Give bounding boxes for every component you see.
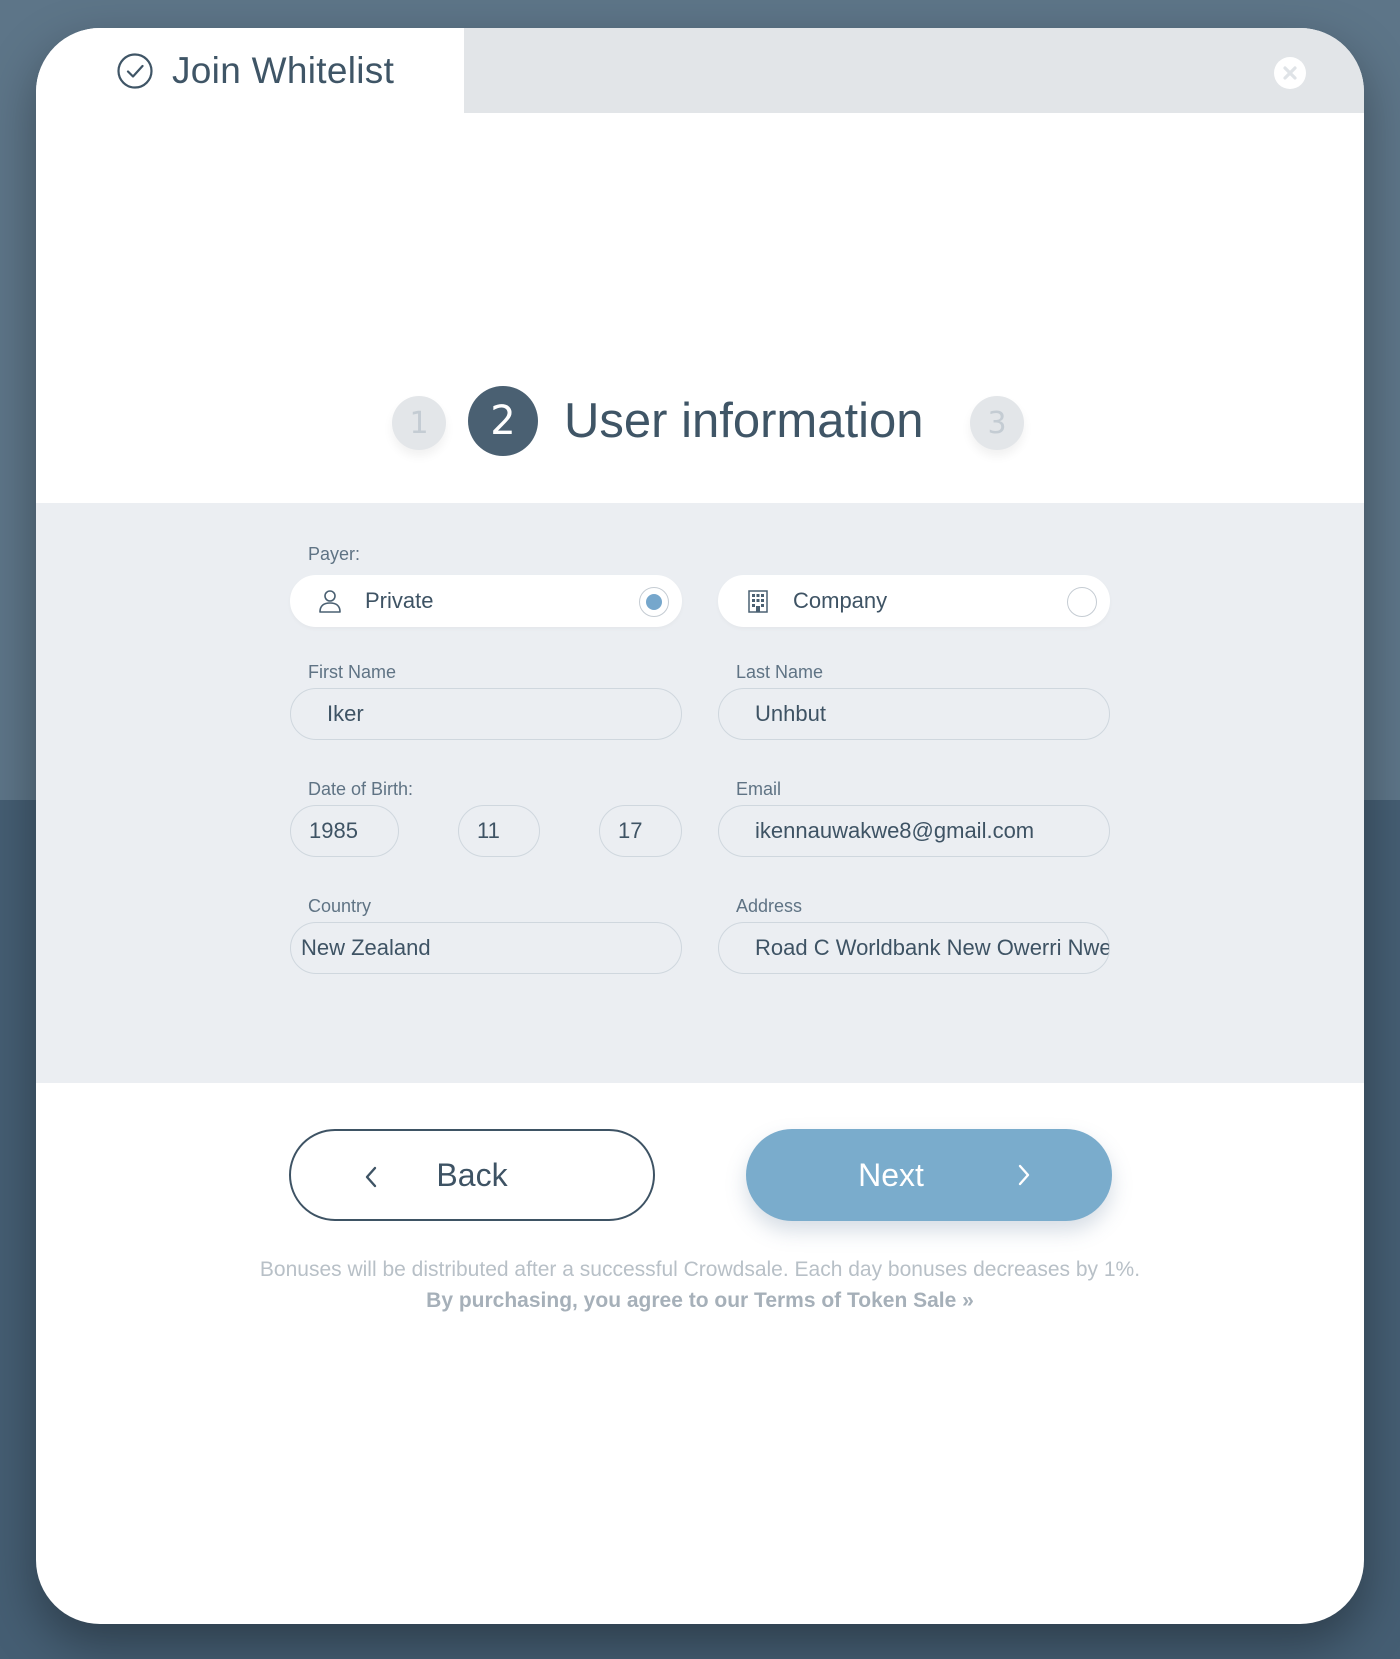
payer-option-company[interactable]: Company xyxy=(718,575,1110,627)
dob-day-field[interactable]: 17 xyxy=(599,805,682,857)
address-field[interactable]: Road C Worldbank New Owerri Nwe xyxy=(718,922,1110,974)
dob-month-field[interactable]: 11 xyxy=(458,805,540,857)
bonus-note: Bonuses will be distributed after a succ… xyxy=(259,1258,1141,1281)
step-title: User information xyxy=(564,394,924,448)
step-1-badge: 1 xyxy=(392,396,446,450)
terms-link[interactable]: By purchasing, you agree to our Terms of… xyxy=(426,1289,974,1312)
payer-option-company-label: Company xyxy=(793,588,888,613)
whitelist-modal: Join Whitelist 1 2 User information 3 Pa… xyxy=(36,28,1364,1624)
modal-title: Join Whitelist xyxy=(172,49,395,91)
check-circle-icon xyxy=(116,52,154,90)
terms-line: By purchasing, you agree to our Terms of… xyxy=(36,1289,1364,1313)
user-icon xyxy=(317,588,343,614)
first-name-field[interactable]: Iker xyxy=(290,688,682,740)
header-bar xyxy=(464,28,1364,113)
step-2-badge-active: 2 xyxy=(468,386,538,456)
close-icon xyxy=(1274,57,1306,89)
building-icon xyxy=(745,588,771,614)
close-button[interactable] xyxy=(1274,57,1306,89)
dob-label: Date of Birth: xyxy=(308,779,414,799)
radio-dot xyxy=(646,594,662,610)
address-label: Address xyxy=(736,896,803,916)
chevron-right-icon xyxy=(1014,1161,1034,1189)
payer-option-private[interactable]: Private xyxy=(290,575,682,627)
back-button-label: Back xyxy=(436,1156,508,1193)
user-info-form: Payer: Private Company First Name Iker L… xyxy=(36,503,1364,1083)
next-button-label: Next xyxy=(858,1156,924,1193)
email-label: Email xyxy=(736,779,782,799)
country-label: Country xyxy=(308,896,372,916)
dob-year-field[interactable]: 1985 xyxy=(290,805,399,857)
payer-label: Payer: xyxy=(308,544,361,564)
first-name-label: First Name xyxy=(308,662,397,682)
payer-option-private-label: Private xyxy=(365,588,434,613)
last-name-field[interactable]: Unhbut xyxy=(718,688,1110,740)
step-3-badge: 3 xyxy=(970,396,1024,450)
last-name-label: Last Name xyxy=(736,662,824,682)
private-radio[interactable] xyxy=(639,587,669,617)
next-button[interactable]: Next xyxy=(746,1129,1112,1221)
header-tab-active: Join Whitelist xyxy=(36,28,464,113)
email-field[interactable]: ikennauwakwe8@gmail.com xyxy=(718,805,1110,857)
step-indicator: 1 2 User information 3 xyxy=(36,380,1364,460)
country-select[interactable]: New Zealand xyxy=(290,922,682,974)
back-button[interactable]: Back xyxy=(289,1129,655,1221)
company-radio[interactable] xyxy=(1067,587,1097,617)
